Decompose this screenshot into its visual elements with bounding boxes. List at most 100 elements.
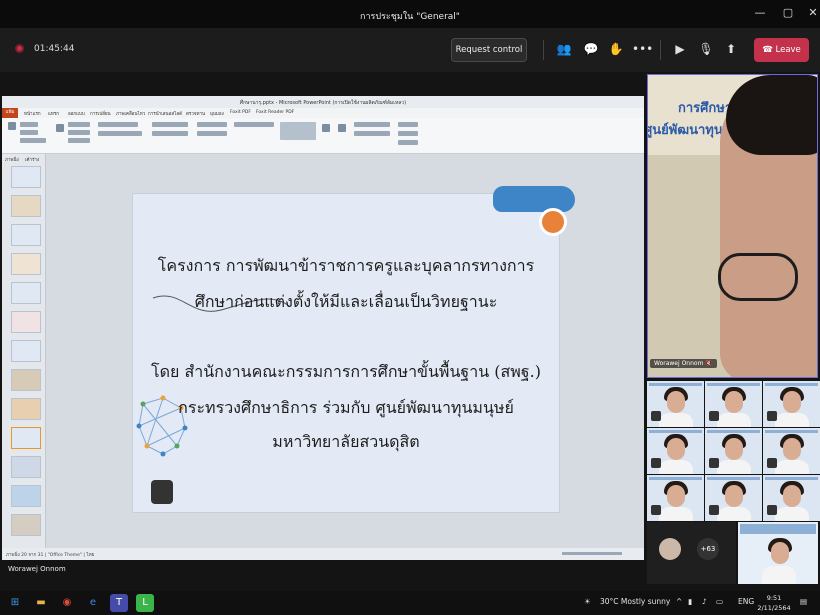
request-control-button[interactable]: Request control [451, 38, 527, 62]
notifications-icon[interactable]: ▤ [800, 597, 807, 606]
edge-icon[interactable]: e [84, 594, 102, 612]
participant-tile[interactable] [738, 522, 818, 584]
chrome-icon[interactable]: ◉ [58, 594, 76, 612]
overflow-participants-tile[interactable]: +63 [647, 522, 736, 584]
panel-tabs: ภาพนิ่ง เค้าร่าง [2, 154, 46, 163]
slide-thumbnail[interactable] [11, 369, 41, 391]
find-button[interactable] [398, 122, 418, 127]
slide-thumbnail[interactable] [11, 485, 41, 507]
replace-button[interactable] [398, 131, 418, 136]
share-screen-icon[interactable]: ⬆ [722, 40, 740, 58]
more-options-icon[interactable]: ••• [632, 40, 653, 58]
mic-muted-icon[interactable]: 🎙 [697, 40, 715, 58]
font-format-buttons[interactable] [98, 131, 142, 136]
slide-thumbnail[interactable] [11, 224, 41, 246]
shape-outline-button[interactable] [354, 131, 390, 136]
tile-banner [649, 430, 702, 433]
participant-tile[interactable] [647, 428, 704, 474]
shape-fill-button[interactable] [354, 122, 390, 127]
slide-thumbnail[interactable] [11, 340, 41, 362]
ppt-tab[interactable]: แทรก [48, 110, 59, 117]
slide-thumbnail[interactable] [11, 282, 41, 304]
participant-tile[interactable] [705, 381, 762, 427]
font-name-box[interactable] [98, 122, 138, 127]
slide-thumbnail[interactable] [11, 311, 41, 333]
shapes-gallery[interactable] [280, 122, 316, 140]
slide-thumbnail[interactable] [11, 456, 41, 478]
slide-thumbnail[interactable] [11, 166, 41, 188]
ppt-tab[interactable]: ตรวจทาน [186, 110, 205, 117]
paste-icon[interactable] [8, 122, 16, 130]
minimize-icon[interactable]: — [751, 4, 769, 22]
participant-face [725, 485, 743, 507]
ppt-tab[interactable]: หน้าแรก [24, 110, 41, 117]
ppt-tab[interactable]: Foxit PDF [230, 110, 251, 115]
arrange-icon[interactable] [322, 124, 330, 132]
panel-tab-outline[interactable]: เค้าร่าง [25, 156, 39, 163]
slide-thumbnail[interactable] [11, 514, 41, 536]
participant-face [667, 391, 685, 413]
participant-tile[interactable] [705, 428, 762, 474]
mic-off-icon [767, 411, 777, 421]
ppt-tab[interactable]: มุมมอง [210, 110, 224, 117]
weather-icon[interactable]: ☀ [584, 597, 591, 606]
phone-icon: ☎ [762, 45, 776, 55]
participant-tile[interactable] [763, 428, 820, 474]
windows-start-icon[interactable]: ⊞ [6, 594, 24, 612]
camera-icon[interactable]: ▶ [671, 40, 689, 58]
weather-text[interactable]: 30°C Mostly sunny [600, 597, 670, 606]
file-explorer-icon[interactable]: ▬ [32, 594, 50, 612]
cut-button[interactable] [20, 122, 38, 127]
people-icon[interactable]: 👥 [555, 40, 573, 58]
input-language[interactable]: ENG [738, 597, 754, 606]
ppt-tab[interactable]: ออกแบบ [68, 110, 85, 117]
new-slide-icon[interactable] [56, 124, 64, 132]
teams-icon[interactable]: T [110, 594, 128, 612]
select-button[interactable] [398, 140, 418, 145]
quick-styles-icon[interactable] [338, 124, 346, 132]
participant-tile[interactable] [705, 475, 762, 521]
participant-tile[interactable] [763, 475, 820, 521]
slide-thumbnail[interactable] [11, 253, 41, 275]
smartart-button[interactable] [234, 122, 274, 127]
layout-button[interactable] [68, 122, 90, 127]
text-direction-button[interactable] [197, 122, 227, 127]
slide-thumbnail-selected[interactable] [11, 427, 41, 449]
zoom-slider[interactable] [562, 552, 622, 555]
leave-button[interactable]: ☎ Leave [754, 38, 809, 62]
copy-button[interactable] [20, 130, 38, 135]
ppt-tab[interactable]: การนำเสนอสไลด์ [148, 110, 182, 117]
battery-icon[interactable]: ▭ [716, 597, 723, 606]
align-text-button[interactable] [197, 131, 227, 136]
toolbar-divider [543, 40, 544, 60]
volume-icon[interactable]: ♪ [702, 597, 707, 606]
panel-tab-slides[interactable]: ภาพนิ่ง [5, 156, 19, 163]
ppt-tab[interactable]: ภาพเคลื่อนไหว [116, 110, 145, 117]
recording-icon [15, 44, 24, 53]
ppt-file-tab[interactable]: แฟ้ม [2, 108, 18, 118]
maximize-icon[interactable]: ▢ [779, 4, 797, 22]
participant-tile[interactable] [647, 381, 704, 427]
participant-tile[interactable] [647, 475, 704, 521]
chat-icon[interactable]: 💬 [582, 40, 600, 58]
reset-button[interactable] [68, 130, 90, 135]
main-speaker-video[interactable]: การศึกษาต ศูนย์พัฒนาทุนมน Worawej Onnom … [647, 74, 818, 378]
format-painter-button[interactable] [20, 138, 46, 143]
participant-body [775, 413, 809, 427]
participant-tile[interactable] [763, 381, 820, 427]
tray-chevron-icon[interactable]: ^ [676, 597, 682, 606]
slide-thumbnail[interactable] [11, 195, 41, 217]
alignment-buttons[interactable] [152, 131, 188, 136]
overflow-count-badge: +63 [697, 538, 719, 560]
reactions-icon[interactable]: ✋ [607, 40, 625, 58]
paragraph-buttons[interactable] [152, 122, 188, 127]
system-clock[interactable]: 9:51 2/11/2564 [754, 593, 794, 613]
section-button[interactable] [68, 138, 90, 143]
clock-time: 9:51 [766, 594, 782, 602]
line-icon[interactable]: L [136, 594, 154, 612]
ppt-tab[interactable]: การเปลี่ยน [90, 110, 111, 117]
ppt-tab[interactable]: Foxit Reader PDF [256, 110, 294, 115]
slide-thumbnail[interactable] [11, 398, 41, 420]
close-icon[interactable]: ✕ [804, 4, 820, 22]
network-icon[interactable]: ▮ [688, 597, 692, 606]
